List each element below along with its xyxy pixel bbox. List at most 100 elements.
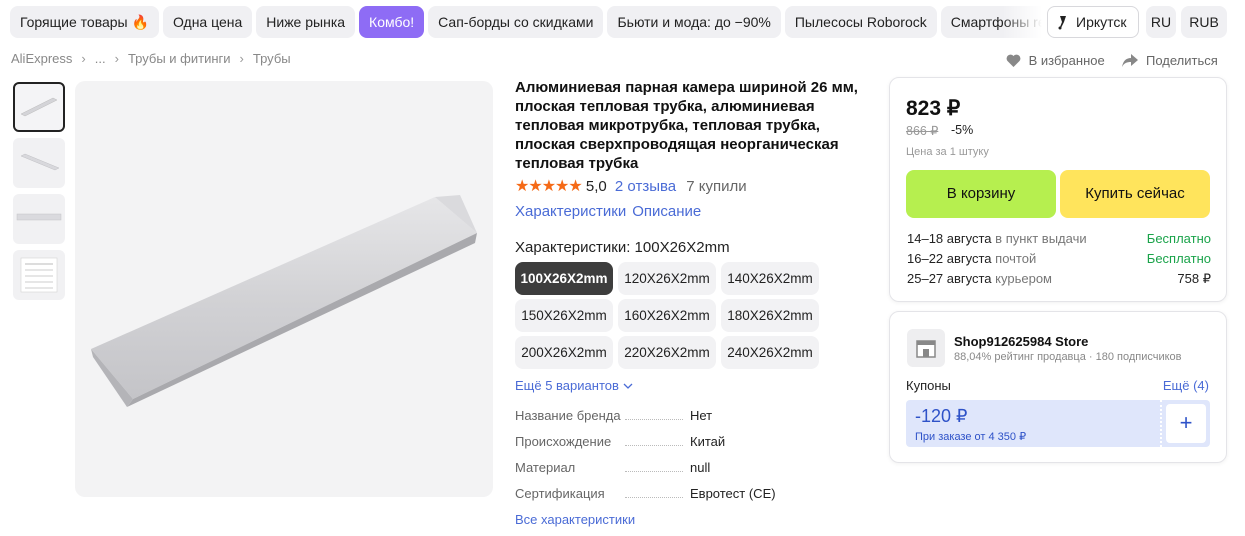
store-logo[interactable] xyxy=(907,329,945,367)
add-to-cart-button[interactable]: В корзину xyxy=(906,170,1056,218)
delivery-dates: 14–18 августа xyxy=(907,231,992,246)
spec-key: Происхождение xyxy=(515,434,612,449)
rating-value: 5,0 xyxy=(585,178,607,195)
delivery-method: в пункт выдачи xyxy=(995,231,1087,246)
spec-key: Название бренда xyxy=(515,408,621,423)
variant-option[interactable]: 120X26X2mm xyxy=(618,262,716,295)
bought-count: 7 купили xyxy=(686,178,747,195)
buy-box: 823 ₽ 866 ₽ -5% Цена за 1 штуку В корзин… xyxy=(889,77,1227,302)
share-button[interactable]: Поделиться xyxy=(1122,52,1218,68)
delivery-dates: 16–22 августа xyxy=(907,251,992,266)
unit-note: Цена за 1 штуку xyxy=(906,146,989,158)
store-icon xyxy=(916,340,936,358)
breadcrumb-category[interactable]: Трубы и фитинги xyxy=(128,51,231,66)
spec-key: Материал xyxy=(515,460,576,475)
coupons-label: Купоны xyxy=(906,378,951,393)
chip-one-price[interactable]: Одна цена xyxy=(162,6,253,38)
product-main-image[interactable] xyxy=(75,81,493,497)
currency-selector[interactable]: RUB xyxy=(1181,6,1227,38)
coupon-value: -120 ₽ xyxy=(915,406,968,426)
chip-sup-boards[interactable]: Сап-борды со скидками xyxy=(428,6,604,38)
spec-value: Евротест (CE) xyxy=(690,486,776,501)
characteristic-label: Характеристики: 100X26X2mm xyxy=(515,239,730,256)
favorite-button[interactable]: В избранное xyxy=(1006,52,1105,68)
spec-row: Происхождение Китай xyxy=(515,434,875,460)
chips-fade xyxy=(1002,6,1042,38)
store-rating: 88,04% рейтинг продавца xyxy=(954,351,1086,363)
variant-option[interactable]: 180X26X2mm xyxy=(721,299,819,332)
variant-option[interactable]: 240X26X2mm xyxy=(721,336,819,369)
chevron-right-icon: › xyxy=(81,51,86,67)
product-title: Алюминиевая парная камера шириной 26 мм,… xyxy=(515,79,858,172)
location-label: Иркутск xyxy=(1076,14,1127,30)
breadcrumb-current[interactable]: Трубы xyxy=(253,51,291,66)
spec-value: Китай xyxy=(690,434,726,449)
location-selector[interactable]: Иркутск xyxy=(1047,6,1139,38)
chip-combo[interactable]: Комбо! xyxy=(359,6,425,38)
store-meta: 88,04% рейтинг продавца · 180 подписчико… xyxy=(954,351,1182,363)
tab-characteristics[interactable]: Характеристики xyxy=(515,203,626,220)
more-variants-label: Ещё 5 вариантов xyxy=(515,378,619,393)
store-subscribers: 180 подписчиков xyxy=(1095,351,1182,363)
product-actions: В избранное Поделиться xyxy=(1006,51,1218,68)
delivery-option: 16–22 августа почтой Бесплатно xyxy=(907,249,1211,269)
chip-hot-deals[interactable]: Горящие товары 🔥 xyxy=(10,6,159,38)
delivery-option: 14–18 августа в пункт выдачи Бесплатно xyxy=(907,229,1211,249)
delivery-price: Бесплатно xyxy=(1146,251,1211,266)
spec-row: Сертификация Евротест (CE) xyxy=(515,486,875,512)
share-label: Поделиться xyxy=(1145,52,1218,68)
thumbnail-2[interactable] xyxy=(13,138,65,188)
language-selector[interactable]: RU xyxy=(1146,6,1176,38)
thumbnail-4[interactable] xyxy=(13,250,65,300)
spec-value: null xyxy=(690,460,711,475)
thumbnail-3[interactable] xyxy=(13,194,65,244)
spec-list: Название бренда Нет Происхождение Китай Ма… xyxy=(515,408,875,512)
delivery-dates: 25–27 августа xyxy=(907,271,992,286)
old-price: 866 ₽ xyxy=(906,124,939,138)
location-pin-icon xyxy=(1058,16,1066,30)
tab-description[interactable]: Описание xyxy=(632,203,701,220)
chip-beauty-fashion[interactable]: Бьюти и мода: до −90% xyxy=(607,6,781,38)
more-variants-link[interactable]: Ещё 5 вариантов xyxy=(515,378,875,393)
rating-row: ★★★★★ 5,0 2 отзыва 7 купили xyxy=(515,177,875,197)
variant-option[interactable]: 140X26X2mm xyxy=(721,262,819,295)
chip-below-market[interactable]: Ниже рынка xyxy=(256,6,356,38)
rating-stars-icon: ★★★★★ xyxy=(515,178,583,195)
delivery-price: 758 ₽ xyxy=(1177,271,1211,286)
spec-row: Название бренда Нет xyxy=(515,408,875,434)
chevron-right-icon: › xyxy=(114,51,119,67)
thumbnail-1[interactable] xyxy=(13,82,65,132)
breadcrumb-ellipsis[interactable]: ... xyxy=(95,51,106,66)
coupon-card[interactable]: -120 ₽ При заказе от 4 350 ₽ + xyxy=(906,400,1210,447)
breadcrumb: AliExpress ›... › Трубы и фитинги › Трубы xyxy=(11,50,291,66)
current-price: 823 ₽ xyxy=(906,97,961,120)
chevron-right-icon: › xyxy=(239,51,244,67)
chip-roborock[interactable]: Пылесосы Roborock xyxy=(784,6,937,38)
reviews-link[interactable]: 2 отзыва xyxy=(615,178,676,195)
spec-key: Сертификация xyxy=(515,486,605,501)
store-box: Shop912625984 Store 88,04% рейтинг прода… xyxy=(889,311,1227,463)
plus-icon[interactable]: + xyxy=(1166,404,1206,443)
spec-row: Материал null xyxy=(515,460,875,486)
variant-option[interactable]: 200X26X2mm xyxy=(515,336,613,369)
variant-option[interactable]: 160X26X2mm xyxy=(618,299,716,332)
variant-option[interactable]: 100X26X2mm xyxy=(515,262,613,295)
info-tabs: Характеристики Описание xyxy=(515,202,875,222)
top-navigation: Горящие товары 🔥 Одна цена Ниже рынка Комбо… xyxy=(0,0,1245,44)
breadcrumb-home[interactable]: AliExpress xyxy=(11,51,72,66)
heart-icon xyxy=(1006,54,1021,67)
delivery-method: курьером xyxy=(995,271,1052,286)
buy-now-button[interactable]: Купить сейчас xyxy=(1060,170,1210,218)
coupons-more-link[interactable]: Ещё (4) xyxy=(1163,378,1209,393)
share-icon xyxy=(1122,53,1139,67)
variant-selector: 100X26X2mm 120X26X2mm 140X26X2mm 150X26X… xyxy=(515,262,875,369)
coupon-condition: При заказе от 4 350 ₽ xyxy=(915,431,1027,443)
all-characteristics-link[interactable]: Все характеристики xyxy=(515,512,875,527)
variant-option[interactable]: 150X26X2mm xyxy=(515,299,613,332)
variant-option[interactable]: 220X26X2mm xyxy=(618,336,716,369)
favorite-label: В избранное xyxy=(1028,52,1105,68)
store-name[interactable]: Shop912625984 Store xyxy=(954,334,1088,349)
delivery-method: почтой xyxy=(995,251,1037,266)
chevron-down-icon xyxy=(623,383,632,389)
spec-value: Нет xyxy=(690,408,713,423)
